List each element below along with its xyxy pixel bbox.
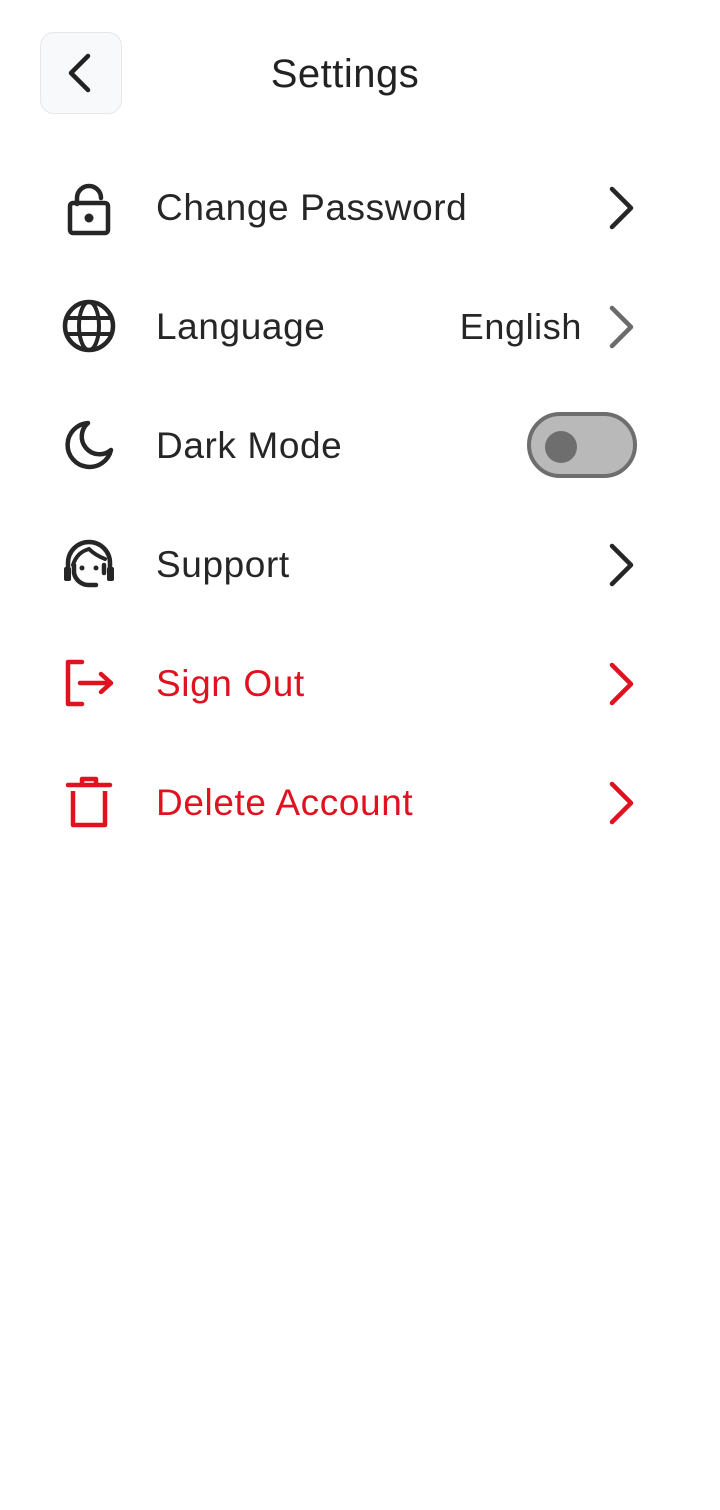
globe-icon bbox=[60, 297, 118, 355]
menu-item-label: Delete Account bbox=[156, 782, 414, 823]
lock-icon bbox=[60, 178, 118, 236]
chevron-right-icon bbox=[602, 541, 642, 589]
support-agent-icon bbox=[60, 535, 118, 593]
menu-item-label: Change Password bbox=[156, 187, 468, 228]
moon-icon bbox=[60, 416, 118, 474]
menu-item-label: Language bbox=[156, 306, 326, 347]
chevron-right-icon bbox=[602, 779, 642, 827]
chevron-right-icon bbox=[602, 660, 642, 708]
menu-item-delete-account[interactable]: Delete Account bbox=[0, 743, 720, 862]
page-title: Settings bbox=[270, 52, 420, 96]
toggle-knob bbox=[545, 431, 577, 463]
menu-item-sign-out[interactable]: Sign Out bbox=[0, 624, 720, 743]
settings-menu: Change Password Language English Dark Mo… bbox=[0, 148, 720, 862]
menu-item-language[interactable]: Language English bbox=[0, 267, 720, 386]
chevron-right-icon bbox=[602, 184, 642, 232]
menu-item-label: Sign Out bbox=[156, 663, 305, 704]
menu-item-label: Support bbox=[156, 544, 290, 585]
header: Settings bbox=[0, 0, 720, 150]
language-value: English bbox=[459, 306, 582, 347]
menu-item-dark-mode: Dark Mode bbox=[0, 386, 720, 505]
menu-item-support[interactable]: Support bbox=[0, 505, 720, 624]
dark-mode-toggle[interactable] bbox=[527, 412, 637, 478]
menu-item-change-password[interactable]: Change Password bbox=[0, 148, 720, 267]
chevron-right-icon bbox=[602, 303, 642, 351]
trash-icon bbox=[60, 773, 118, 831]
menu-item-label: Dark Mode bbox=[156, 425, 343, 466]
logout-icon bbox=[60, 654, 118, 712]
